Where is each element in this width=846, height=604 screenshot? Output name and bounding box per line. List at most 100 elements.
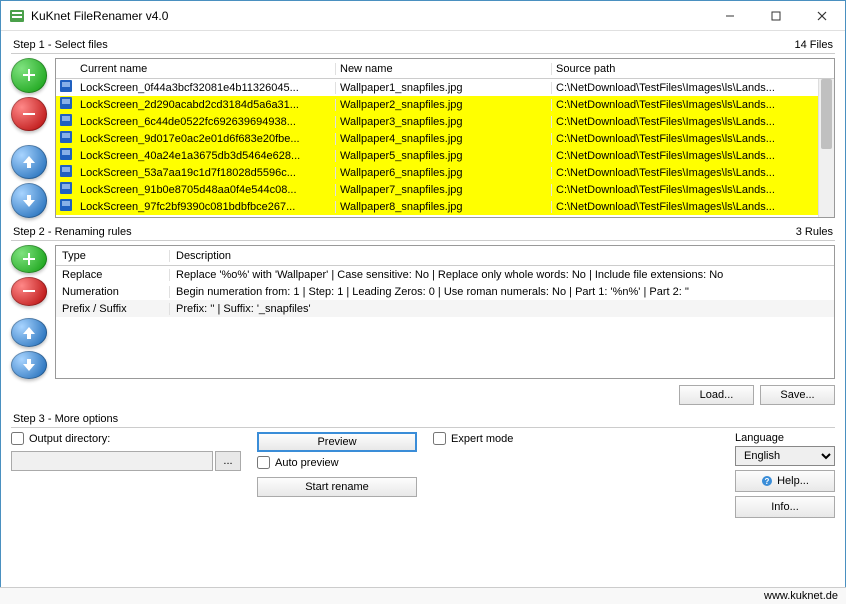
- cell-new-name: Wallpaper2_snapfiles.jpg: [336, 99, 552, 111]
- expert-mode-checkbox[interactable]: [433, 432, 446, 445]
- svg-text:?: ?: [765, 477, 770, 486]
- step2-header: Step 2 - Renaming rules 3 Rules: [11, 226, 835, 238]
- add-rule-button[interactable]: [11, 245, 47, 273]
- help-icon: ?: [761, 475, 773, 487]
- info-button[interactable]: Info...: [735, 496, 835, 518]
- step3-header: Step 3 - More options: [11, 413, 835, 425]
- table-row[interactable]: LockScreen_91b0e8705d48aa0f4e544c08...Wa…: [56, 181, 834, 198]
- minimize-button[interactable]: [707, 1, 753, 31]
- file-icon: [56, 96, 76, 113]
- file-icon: [56, 79, 76, 96]
- language-label: Language: [735, 432, 835, 444]
- cell-source-path: C:\NetDownload\TestFiles\Images\ls\Lands…: [552, 82, 834, 94]
- titlebar: KuKnet FileRenamer v4.0: [1, 1, 845, 31]
- table-row[interactable]: LockScreen_40a24e1a3675db3d5464e628...Wa…: [56, 147, 834, 164]
- save-button[interactable]: Save...: [760, 385, 835, 405]
- cell-source-path: C:\NetDownload\TestFiles\Images\ls\Lands…: [552, 133, 834, 145]
- cell-new-name: Wallpaper1_snapfiles.jpg: [336, 82, 552, 94]
- file-icon: [56, 147, 76, 164]
- auto-preview-checkbox[interactable]: [257, 456, 270, 469]
- step2-label: Step 2 - Renaming rules: [13, 226, 132, 238]
- rule-row[interactable]: ReplaceReplace '%o%' with 'Wallpaper' | …: [56, 266, 834, 283]
- cell-description: Prefix: '' | Suffix: '_snapfiles': [170, 303, 834, 315]
- cell-new-name: Wallpaper4_snapfiles.jpg: [336, 133, 552, 145]
- table-row[interactable]: LockScreen_97fc2bf9390c081bdbfbce267...W…: [56, 198, 834, 215]
- col-source-path[interactable]: Source path: [552, 63, 834, 75]
- browse-button[interactable]: ...: [215, 451, 241, 471]
- rule-row[interactable]: Prefix / SuffixPrefix: '' | Suffix: '_sn…: [56, 300, 834, 317]
- cell-current-name: LockScreen_40a24e1a3675db3d5464e628...: [76, 150, 336, 162]
- cell-current-name: LockScreen_6c44de0522fc692639694938...: [76, 116, 336, 128]
- step1-count: 14 Files: [794, 39, 833, 51]
- files-grid[interactable]: Current name New name Source path LockSc…: [55, 58, 835, 218]
- rules-grid[interactable]: Type Description ReplaceReplace '%o%' wi…: [55, 245, 835, 379]
- step1-label: Step 1 - Select files: [13, 39, 108, 51]
- language-select[interactable]: English: [735, 446, 835, 466]
- expert-mode-label: Expert mode: [451, 433, 513, 445]
- file-icon: [56, 181, 76, 198]
- table-row[interactable]: LockScreen_6c44de0522fc692639694938...Wa…: [56, 113, 834, 130]
- file-icon: [56, 113, 76, 130]
- start-rename-button[interactable]: Start rename: [257, 477, 417, 497]
- file-icon: [56, 198, 76, 215]
- cell-new-name: Wallpaper8_snapfiles.jpg: [336, 201, 552, 213]
- cell-current-name: LockScreen_2d290acabd2cd3184d5a6a31...: [76, 99, 336, 111]
- auto-preview-row[interactable]: Auto preview: [257, 456, 417, 469]
- col-description[interactable]: Description: [170, 250, 834, 262]
- table-row[interactable]: LockScreen_0f44a3bcf32081e4b11326045...W…: [56, 79, 834, 96]
- footer: www.kuknet.de: [0, 587, 846, 604]
- cell-new-name: Wallpaper3_snapfiles.jpg: [336, 116, 552, 128]
- rule-move-down-button[interactable]: [11, 351, 47, 379]
- rule-move-up-button[interactable]: [11, 318, 47, 346]
- cell-current-name: LockScreen_9d017e0ac2e01d6f683e20fbe...: [76, 133, 336, 145]
- step3-label: Step 3 - More options: [13, 413, 118, 425]
- cell-current-name: LockScreen_97fc2bf9390c081bdbfbce267...: [76, 201, 336, 213]
- rule-row[interactable]: NumerationBegin numeration from: 1 | Ste…: [56, 283, 834, 300]
- help-button[interactable]: ? Help...: [735, 470, 835, 492]
- cell-type: Prefix / Suffix: [56, 303, 170, 315]
- cell-source-path: C:\NetDownload\TestFiles\Images\ls\Lands…: [552, 116, 834, 128]
- files-grid-header: Current name New name Source path: [56, 59, 834, 79]
- cell-source-path: C:\NetDownload\TestFiles\Images\ls\Lands…: [552, 201, 834, 213]
- col-current-name[interactable]: Current name: [76, 63, 336, 75]
- col-type[interactable]: Type: [56, 250, 170, 262]
- cell-source-path: C:\NetDownload\TestFiles\Images\ls\Lands…: [552, 150, 834, 162]
- cell-description: Begin numeration from: 1 | Step: 1 | Lea…: [170, 286, 834, 298]
- cell-source-path: C:\NetDownload\TestFiles\Images\ls\Lands…: [552, 184, 834, 196]
- cell-current-name: LockScreen_0f44a3bcf32081e4b11326045...: [76, 82, 336, 94]
- divider: [11, 53, 835, 54]
- expert-mode-row[interactable]: Expert mode: [433, 432, 719, 445]
- auto-preview-label: Auto preview: [275, 457, 339, 469]
- scrollbar-thumb[interactable]: [821, 79, 832, 149]
- files-scrollbar[interactable]: [818, 79, 834, 217]
- remove-file-button[interactable]: [11, 97, 47, 132]
- col-new-name[interactable]: New name: [336, 63, 552, 75]
- maximize-button[interactable]: [753, 1, 799, 31]
- file-icon: [56, 130, 76, 147]
- rules-grid-header: Type Description: [56, 246, 834, 266]
- file-icon: [56, 164, 76, 181]
- table-row[interactable]: LockScreen_9d017e0ac2e01d6f683e20fbe...W…: [56, 130, 834, 147]
- window-title: KuKnet FileRenamer v4.0: [31, 9, 707, 23]
- preview-button[interactable]: Preview: [257, 432, 417, 452]
- table-row[interactable]: LockScreen_53a7aa19c1d7f18028d5596c...Wa…: [56, 164, 834, 181]
- move-down-button[interactable]: [11, 183, 47, 218]
- close-button[interactable]: [799, 1, 845, 31]
- output-dir-checkbox-row[interactable]: Output directory:: [11, 432, 241, 445]
- table-row[interactable]: LockScreen_2d290acabd2cd3184d5a6a31...Wa…: [56, 96, 834, 113]
- cell-current-name: LockScreen_91b0e8705d48aa0f4e544c08...: [76, 184, 336, 196]
- output-dir-checkbox[interactable]: [11, 432, 24, 445]
- cell-description: Replace '%o%' with 'Wallpaper' | Case se…: [170, 269, 834, 281]
- cell-type: Numeration: [56, 286, 170, 298]
- load-button[interactable]: Load...: [679, 385, 754, 405]
- app-icon: [9, 8, 25, 24]
- output-dir-label: Output directory:: [29, 433, 110, 445]
- divider: [11, 240, 835, 241]
- remove-rule-button[interactable]: [11, 277, 47, 305]
- step2-count: 3 Rules: [796, 226, 833, 238]
- cell-type: Replace: [56, 269, 170, 281]
- add-file-button[interactable]: [11, 58, 47, 93]
- cell-new-name: Wallpaper7_snapfiles.jpg: [336, 184, 552, 196]
- move-up-button[interactable]: [11, 145, 47, 180]
- output-dir-input: [11, 451, 213, 471]
